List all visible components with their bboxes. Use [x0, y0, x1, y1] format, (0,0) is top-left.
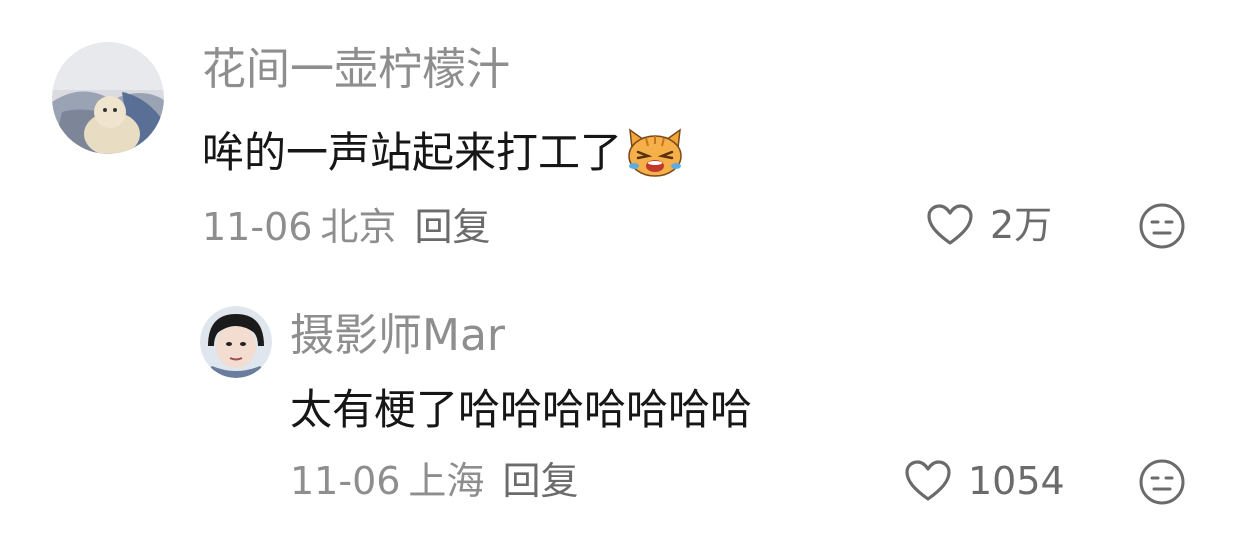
comment-text: 哞的一声站起来打工了 — [202, 128, 623, 177]
reply-content: 太有梗了哈哈哈哈哈哈哈 — [290, 384, 752, 436]
comment-username[interactable]: 花间一壶柠檬汁 — [202, 44, 510, 96]
reply-item: 摄影师Mar 太有梗了哈哈哈哈哈哈哈 11-06 上海 回复 1054 — [0, 270, 1260, 548]
reply-username[interactable]: 摄影师Mar — [290, 310, 505, 362]
heart-outline-icon — [927, 204, 973, 245]
reply-button[interactable]: 回复 — [414, 204, 490, 250]
like-button[interactable]: 1054 — [904, 458, 1065, 504]
user-avatar[interactable] — [200, 306, 272, 378]
reply-meta: 11-06 上海 回复 — [290, 458, 578, 504]
like-count: 1054 — [968, 459, 1065, 503]
comment-content: 哞的一声站起来打工了 — [202, 127, 684, 179]
comment-item: 花间一壶柠檬汁 哞的一声站起来打工了 11-06 北京 回复 2万 — [0, 0, 1260, 270]
comment-location: 北京 — [320, 205, 397, 249]
like-button[interactable]: 2万 — [926, 202, 1052, 248]
heart-outline-icon — [905, 460, 951, 501]
user-avatar[interactable] — [52, 42, 164, 154]
unamused-face-icon[interactable] — [1138, 458, 1186, 506]
unamused-face-icon[interactable] — [1138, 202, 1186, 250]
reply-text: 太有梗了哈哈哈哈哈哈哈 — [290, 385, 753, 434]
comment-date: 11-06 — [202, 205, 313, 249]
crying-cat-emoji-icon — [628, 128, 682, 177]
like-count: 2万 — [990, 203, 1053, 247]
reply-location: 上海 — [408, 459, 485, 503]
comment-meta: 11-06 北京 回复 — [202, 204, 490, 250]
reply-button[interactable]: 回复 — [502, 458, 578, 504]
reply-date: 11-06 — [290, 459, 401, 503]
